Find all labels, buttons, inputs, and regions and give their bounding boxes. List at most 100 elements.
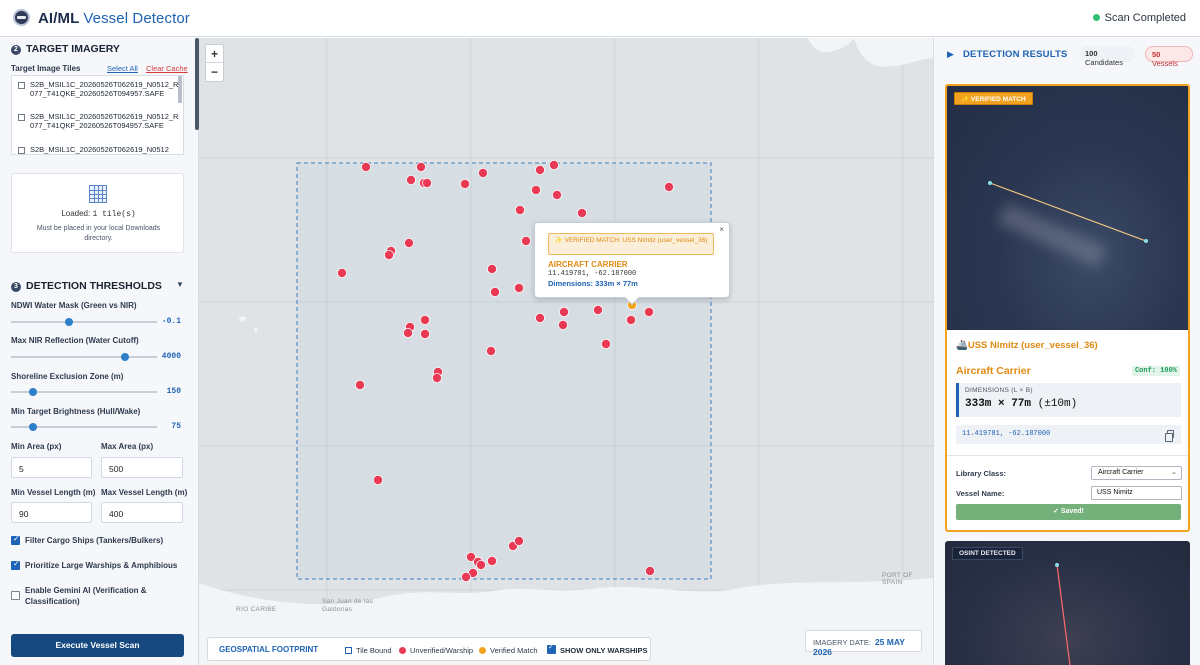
vessel-marker[interactable] [663,181,674,192]
vessel-marker[interactable] [336,267,347,278]
slider-value: 150 [166,387,181,396]
filter-cargo-checkbox[interactable] [11,534,20,545]
nir-slider[interactable] [11,353,157,361]
vessel-marker[interactable] [576,207,587,218]
section-thresholds-header: 3 DETECTION THRESHOLDS [11,280,162,292]
confidence-badge: Conf: 100% [1131,366,1180,376]
vessel-marker[interactable] [558,306,569,317]
vessel-marker[interactable] [520,235,531,246]
tile-bound-swatch-icon [345,647,352,654]
vessel-marker[interactable] [403,237,414,248]
slider-knob[interactable] [28,388,37,396]
legend-verified: Verified Match [479,646,538,655]
vessel-marker[interactable] [354,379,365,390]
slider-value: 4000 [161,352,181,361]
popup-dimensions: Dimensions: 333m × 77m [548,279,638,288]
map-view[interactable]: + − RIO CARIBE San Juan de las Galdonas … [199,38,933,665]
collapse-chevron-icon[interactable]: ▼ [176,280,184,289]
vessel-marker[interactable] [625,314,636,325]
vessel-marker[interactable] [551,189,562,200]
candidates-label: Candidates [1085,58,1123,67]
vessel-marker[interactable] [475,560,486,571]
detection-card[interactable]: OSINT DETECTED [945,541,1190,665]
zoom-in-button[interactable]: + [206,45,223,63]
chevron-down-icon: ⌄ [1171,469,1177,476]
zoom-out-button[interactable]: − [206,63,223,81]
enable-gemini-checkbox[interactable] [11,591,20,600]
slider-knob[interactable] [28,423,37,431]
play-icon[interactable]: ▶ [947,49,954,60]
copy-icon[interactable] [1165,430,1174,442]
vessel-marker[interactable] [405,174,416,185]
brightness-slider[interactable] [11,423,157,431]
select-all-link[interactable]: Select All [107,64,138,73]
slider-knob[interactable] [65,318,74,326]
vessel-marker[interactable] [421,177,432,188]
vessel-marker[interactable] [592,304,603,315]
slider-label: Shoreline Exclusion Zone (m) [11,372,124,381]
tile-checkbox[interactable] [18,114,25,121]
max-area-input[interactable]: 500 [101,457,183,478]
vessel-name-heading: 🚢USS Nimitz (user_vessel_36) [956,340,1098,351]
dimensions-tolerance: (±10m) [1037,398,1078,410]
slider-label: Min Target Brightness (Hull/Wake) [11,407,141,416]
min-length-input[interactable]: 90 [11,502,92,523]
vessel-marker[interactable] [419,314,430,325]
vessel-marker[interactable] [486,556,497,567]
zoom-control: + − [205,44,224,82]
vessel-marker[interactable] [513,535,524,546]
vessel-marker[interactable] [489,286,500,297]
tile-checkbox[interactable] [18,82,25,89]
saved-button[interactable]: ✓ Saved! [956,504,1181,520]
vessel-marker[interactable] [460,572,471,583]
vessel-marker[interactable] [459,178,470,189]
vessel-marker[interactable] [548,160,559,171]
vessel-marker[interactable] [643,306,654,317]
vessel-marker[interactable] [485,345,496,356]
vessel-marker[interactable] [415,162,426,173]
tile-checkbox[interactable] [18,147,25,154]
prioritize-warships-checkbox[interactable] [11,559,20,570]
vessel-marker[interactable] [514,204,525,215]
vessel-marker[interactable] [419,328,430,339]
execute-scan-button[interactable]: Execute Vessel Scan [11,634,184,657]
legend-tile-bound-text: Tile Bound [356,646,392,655]
vessel-marker[interactable] [360,162,371,173]
show-only-warships-checkbox[interactable] [547,643,556,654]
vessel-marker[interactable] [383,249,394,260]
map-base [199,38,933,665]
min-area-input[interactable]: 5 [11,457,92,478]
vessel-marker[interactable] [431,372,442,383]
detection-card[interactable]: ✨ VERIFIED MATCH 🚢USS Nimitz (user_vesse… [945,84,1190,532]
vessel-marker[interactable] [557,319,568,330]
section-number-badge: 2 [11,45,21,55]
vessel-marker[interactable] [372,474,383,485]
tile-list[interactable]: S2B_MSIL1C_20260526T062619_N0512_R077_T4… [11,75,184,155]
vessel-name-input[interactable]: USS Nimitz [1091,486,1182,500]
scan-status: Scan Completed [1092,12,1186,24]
ndwi-slider[interactable] [11,318,157,326]
vessel-marker[interactable] [477,167,488,178]
shoreline-slider[interactable] [11,388,157,396]
vessel-name-label: Vessel Name: [956,489,1005,498]
card-divider [947,455,1188,456]
vessel-marker[interactable] [530,184,541,195]
vessel-marker[interactable] [513,282,524,293]
satellite-thumbnail: ✨ VERIFIED MATCH [947,86,1188,330]
vessel-marker[interactable] [402,327,413,338]
library-class-select[interactable]: Aircraft Carrier ⌄ [1091,466,1182,480]
app-title: AI/ML Vessel Detector [38,10,190,27]
map-place-label: San Juan de las Galdonas [322,598,374,613]
vessel-marker[interactable] [534,312,545,323]
vessel-marker[interactable] [534,165,545,176]
max-length-input[interactable]: 400 [101,502,183,523]
dimensions-label: DIMENSIONS (L × B) [965,387,1033,394]
enable-gemini-label: Enable Gemini AI (Verification & Classif… [25,586,147,606]
loaded-count: Loaded: 1 tile(s) [12,209,185,219]
vessel-marker[interactable] [600,338,611,349]
vessel-marker[interactable] [644,566,655,577]
slider-knob[interactable] [120,353,129,361]
clear-cache-link[interactable]: Clear Cache [146,64,188,73]
popup-close-button[interactable]: × [719,225,724,234]
vessel-marker[interactable] [486,263,497,274]
